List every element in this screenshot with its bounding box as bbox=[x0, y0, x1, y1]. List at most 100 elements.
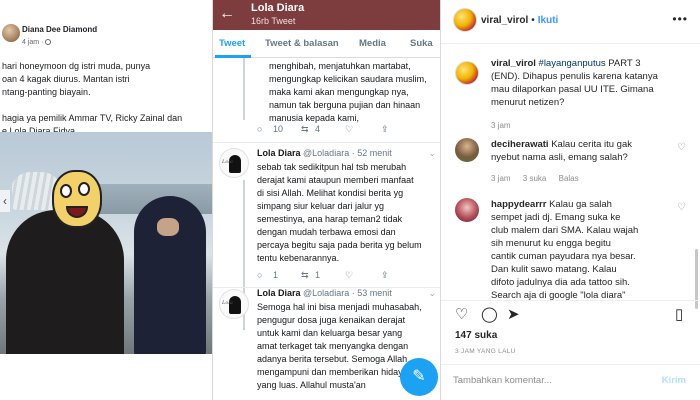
tweet-line: pengugur dosa juga kenaikan derajat bbox=[257, 315, 406, 325]
tweet-line: namun tak berguna pujian dan hinaan bbox=[269, 100, 421, 110]
photo-woman-face bbox=[157, 218, 179, 236]
like-comment-icon[interactable]: ♡ bbox=[677, 202, 686, 213]
reply-button[interactable]: Balas bbox=[559, 174, 579, 183]
comment-likes[interactable]: 3 suka bbox=[523, 174, 547, 183]
instagram-post-header: viral_virol • Ikuti ••• bbox=[441, 0, 700, 44]
tweet-handle: @Loladiara bbox=[303, 288, 350, 298]
facebook-post-line: oan 4 kagak diurus. Mantan istri bbox=[2, 74, 130, 84]
photo-man bbox=[6, 210, 124, 354]
tweet-continuation-text: menghibah, menjatuhkan martabat, mengung… bbox=[269, 60, 439, 125]
instagram-caption: viral_virol #layanganputus PART 3 (END).… bbox=[491, 57, 691, 109]
caption-line: menurut netizen? bbox=[491, 97, 565, 108]
tweet-handle: @Loladiara bbox=[303, 148, 350, 158]
tweet-time: · 53 menit bbox=[351, 288, 392, 298]
facebook-post-line bbox=[2, 99, 210, 112]
comment-line: sih menurut ku engga begitu bbox=[491, 238, 611, 249]
like-count[interactable]: 147 suka bbox=[455, 330, 497, 341]
instagram-comments: viral_virol #layanganputus PART 3 (END).… bbox=[441, 44, 700, 309]
cartoon-face-sticker bbox=[52, 170, 102, 228]
comment-text: Kalau cerita itu gak bbox=[548, 139, 632, 150]
comment-meta: 3 jam 3 suka Balas bbox=[491, 174, 589, 183]
tab-suka[interactable]: Suka bbox=[410, 38, 433, 49]
tweet-line: Semoga hal ini bisa menjadi muhasabah, bbox=[257, 302, 422, 312]
twitter-tabs: Tweet Tweet & balasan Media Suka bbox=[213, 30, 440, 58]
tab-media[interactable]: Media bbox=[359, 38, 386, 49]
facebook-post-line: hari honeymoon dg istri muda, punya bbox=[2, 61, 151, 71]
comment-text: Kalau ga salah bbox=[546, 199, 612, 210]
tweet-line: amat terkaget tak menyangka dengan bbox=[257, 341, 409, 351]
tweet-line: sebab tak sedikitpun hal tsb merubah bbox=[257, 162, 407, 172]
tweet-line: maka kami akan mengungkap nya, bbox=[269, 87, 409, 97]
back-arrow-icon[interactable]: ← bbox=[219, 4, 235, 24]
instagram-post-actions: ♡ ◯ ➤ ▯ bbox=[441, 300, 700, 324]
facebook-post-photo[interactable] bbox=[0, 132, 212, 354]
like-comment-icon[interactable]: ♡ bbox=[677, 142, 686, 153]
comment-icon[interactable]: ◯ bbox=[481, 307, 498, 322]
comment-avatar[interactable] bbox=[455, 138, 479, 162]
tweet-line: semestinya, ana harap teman2 tidak bbox=[257, 214, 403, 224]
tweet-line: menghibah, menjatuhkan martabat, bbox=[269, 61, 411, 71]
comment-avatar[interactable] bbox=[455, 198, 479, 222]
twitter-timeline: menghibah, menjatuhkan martabat, mengung… bbox=[213, 58, 440, 400]
comment-line: Dan kulit sawo matang. Kalau bbox=[491, 264, 617, 275]
caption-line: mau dilaporkan pasal UU ITE. Gimana bbox=[491, 84, 654, 95]
chevron-down-icon[interactable]: ⌄ bbox=[428, 148, 436, 159]
comment-username[interactable]: happydearrr bbox=[491, 199, 546, 210]
tweet[interactable]: Lola Lola Diara @Loladiara · 52 menit ⌄ … bbox=[213, 120, 440, 330]
tweet-line: dengan mudah terbawa emosi dan bbox=[257, 227, 396, 237]
facebook-post-header: Diana Dee Diamond 4 jam · bbox=[0, 20, 212, 54]
tweet-line: di sisi Allah. Melihat kondisi berita yg bbox=[257, 188, 404, 198]
post-age: 3 JAM YANG LALU bbox=[455, 348, 516, 355]
comment-line: cantik cuman payudara nya besar. bbox=[491, 251, 636, 262]
share-icon[interactable]: ➤ bbox=[507, 307, 520, 322]
facebook-screenshot: Diana Dee Diamond 4 jam · hari honeymoon… bbox=[0, 0, 212, 400]
facebook-post-time: 4 jam · bbox=[22, 39, 52, 46]
tweet-header: Lola Diara @Loladiara · 53 menit bbox=[257, 288, 392, 298]
comment-line: difoto jadulnya dia ada tattoo sih. bbox=[491, 277, 630, 288]
instagram-account-avatar[interactable] bbox=[453, 8, 477, 32]
caption-hashtag[interactable]: #layanganputus bbox=[539, 58, 606, 69]
sticker-eye bbox=[78, 182, 90, 196]
heart-icon[interactable]: ♡ bbox=[455, 307, 468, 322]
tweet-line: percaya begitu saja pada berita yg belum bbox=[257, 240, 422, 250]
caption-username[interactable]: viral_virol bbox=[491, 58, 536, 69]
tab-tweet-balasan[interactable]: Tweet & balasan bbox=[265, 38, 339, 49]
compose-tweet-button[interactable]: ✎ bbox=[400, 358, 438, 396]
caption-time: 3 jam bbox=[491, 121, 511, 130]
tab-tweet[interactable]: Tweet bbox=[219, 38, 245, 49]
bookmark-icon[interactable]: ▯ bbox=[675, 307, 683, 322]
avatar-signature: Lola bbox=[222, 300, 233, 306]
caption-line: (END). Dihapus penulis karena katanya bbox=[491, 71, 658, 82]
instagram-screenshot: viral_virol • Ikuti ••• viral_virol #layan… bbox=[441, 0, 700, 400]
facebook-time-text: 4 jam · bbox=[22, 39, 44, 46]
tweet-header: Lola Diara @Loladiara · 52 menit bbox=[257, 148, 392, 158]
thread-line bbox=[243, 58, 245, 120]
comment: deciherawati Kalau cerita itu gak nyebut… bbox=[491, 138, 671, 164]
facebook-post-line: hagia ya pemilik Ammar TV, Ricky Zainal … bbox=[2, 113, 183, 123]
separator-dot: • bbox=[531, 15, 535, 26]
tweet-line: derajat kami ataupun memberi manfaat bbox=[257, 175, 414, 185]
instagram-username[interactable]: viral_virol bbox=[481, 15, 528, 26]
tweet-text: sebab tak sedikitpun hal tsb merubah der… bbox=[257, 161, 437, 265]
post-comment-button[interactable]: Kirim bbox=[662, 375, 686, 386]
tweet-avatar[interactable]: Lola bbox=[219, 148, 249, 178]
add-comment-input[interactable] bbox=[453, 375, 643, 386]
avatar-signature: Lola bbox=[222, 159, 233, 165]
facebook-author-name: Diana Dee Diamond bbox=[22, 25, 98, 34]
caption-line: viral_virol #layanganputus PART 3 bbox=[491, 57, 691, 70]
comment-line: club malem dari SMA. Kalau wajah bbox=[491, 225, 639, 236]
more-options-icon[interactable]: ••• bbox=[672, 12, 688, 26]
comment-username[interactable]: deciherawati bbox=[491, 139, 549, 150]
tweet-avatar[interactable]: Lola bbox=[219, 289, 249, 319]
globe-icon bbox=[45, 39, 52, 46]
chevron-left-icon[interactable]: ‹ bbox=[0, 190, 10, 212]
tweet-time: · 52 menit bbox=[351, 148, 392, 158]
comment-line: deciherawati Kalau cerita itu gak bbox=[491, 138, 671, 151]
follow-button[interactable]: Ikuti bbox=[538, 15, 559, 26]
twitter-screenshot: ← Lola Diara 16rb Tweet Tweet Tweet & ba… bbox=[212, 0, 441, 400]
facebook-post-line: ntang-panting biayain. bbox=[2, 87, 91, 97]
caption-avatar[interactable] bbox=[455, 61, 479, 85]
facebook-post-text: hari honeymoon dg istri muda, punya oan … bbox=[2, 60, 210, 138]
chevron-down-icon[interactable]: ⌄ bbox=[428, 288, 436, 299]
tweet-line: tentu kebenarannya. bbox=[257, 253, 340, 263]
